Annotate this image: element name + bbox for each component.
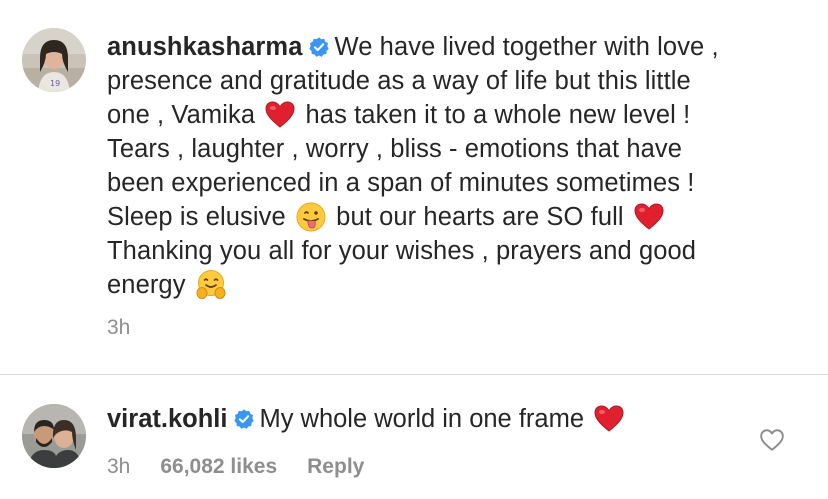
comment-username[interactable]: virat.kohli: [107, 405, 227, 433]
caption-text-segment: We have lived together with love ,: [334, 33, 719, 61]
reply-button[interactable]: Reply: [307, 455, 364, 479]
red-heart-emoji: [265, 101, 295, 128]
verified-badge-icon: [309, 37, 330, 57]
caption-line: presence and gratitude as a way of life …: [107, 64, 807, 98]
comment-likes-count[interactable]: 66,082 likes: [160, 455, 277, 479]
caption-text-segment: been experienced in a span of minutes so…: [107, 169, 695, 197]
hugging-emoji: [196, 270, 226, 299]
comment-meta: 3h 66,082 likes Reply: [107, 455, 364, 479]
post-username[interactable]: anushkasharma: [107, 33, 302, 61]
caption-line: one , Vamika has taken it to a whole new…: [107, 98, 807, 132]
red-heart-emoji: [594, 405, 624, 432]
post-timestamp: 3h: [107, 316, 131, 339]
comment-timestamp: 3h: [107, 455, 131, 478]
caption-text-segment: but our hearts are SO full: [336, 203, 624, 231]
anushkasharma-avatar[interactable]: 19: [22, 28, 86, 92]
caption-text-segment: Tears , laughter , worry , bliss - emoti…: [107, 135, 683, 163]
tongue-emoji: [296, 202, 326, 232]
caption-line: Tears , laughter , worry , bliss - emoti…: [107, 132, 807, 166]
svg-text:19: 19: [50, 79, 60, 88]
red-heart-emoji: [634, 203, 664, 230]
caption-line: Sleep is elusive but our hearts are SO f…: [107, 200, 807, 234]
post-caption-block: 19 anushkasharma We have lived together w…: [0, 0, 828, 374]
caption-text-segment: energy: [107, 271, 186, 299]
post-caption: anushkasharma We have lived together with…: [107, 30, 807, 302]
caption-text-segment: presence and gratitude as a way of life …: [107, 67, 691, 95]
caption-line: been experienced in a span of minutes so…: [107, 166, 807, 200]
caption-text-segment: one , Vamika: [107, 101, 256, 129]
heart-outline-icon[interactable]: [759, 427, 785, 453]
comment-body: virat.kohli My whole world in one frame: [107, 402, 627, 436]
comment-row: virat.kohli My whole world in one frame 3…: [0, 375, 828, 499]
caption-text-segment: Thanking you all for your wishes , praye…: [107, 237, 697, 265]
comment-text: My whole world in one frame: [259, 405, 585, 433]
caption-line: anushkasharma We have lived together with…: [107, 30, 807, 64]
caption-text-segment: Sleep is elusive: [107, 203, 286, 231]
verified-badge-icon: [234, 409, 255, 429]
virat-kohli-avatar[interactable]: [22, 404, 86, 468]
caption-line: Thanking you all for your wishes , praye…: [107, 234, 807, 268]
caption-text-segment: has taken it to a whole new level !: [305, 101, 691, 129]
caption-line: energy: [107, 268, 807, 302]
